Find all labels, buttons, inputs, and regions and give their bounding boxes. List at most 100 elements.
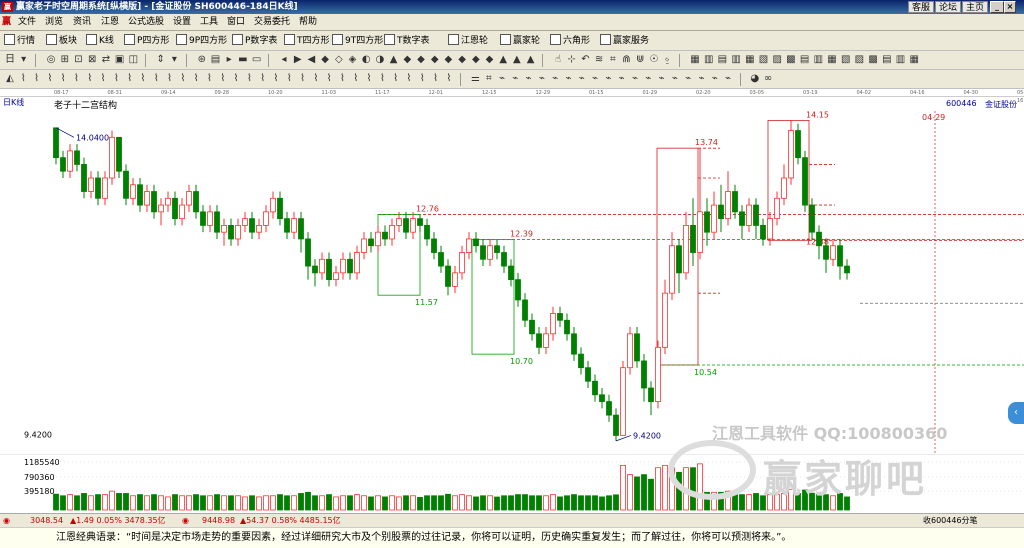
- toolbar-item-12[interactable]: 赢家服务: [600, 34, 649, 48]
- tool-icon[interactable]: ◆: [319, 54, 331, 66]
- toolbar-item-5[interactable]: P数字表: [232, 34, 277, 48]
- tool-icon[interactable]: ◆: [415, 54, 427, 66]
- tool-icon[interactable]: ▦: [744, 54, 756, 66]
- tool-icon[interactable]: ⇄: [100, 54, 112, 66]
- tool-icon[interactable]: ⌗: [483, 73, 495, 85]
- tool-icon[interactable]: ▥: [895, 54, 907, 66]
- tool-icon[interactable]: ⋓: [634, 54, 646, 66]
- tool-icon[interactable]: ⌇: [443, 73, 455, 85]
- tool-icon[interactable]: ⊞: [59, 54, 71, 66]
- tool-icon[interactable]: ⌇: [17, 73, 29, 85]
- tool-icon[interactable]: ⌇: [430, 73, 442, 85]
- tool-icon[interactable]: ◆: [429, 54, 441, 66]
- minimize-button[interactable]: _: [990, 1, 1004, 13]
- tool-icon[interactable]: ▧: [758, 54, 770, 66]
- tool-icon[interactable]: ⌇: [150, 73, 162, 85]
- tool-icon[interactable]: ▲: [525, 54, 537, 66]
- tool-icon[interactable]: ◕: [749, 73, 761, 85]
- toolbar-item-1[interactable]: 板块: [46, 34, 77, 48]
- tool-icon[interactable]: ▦: [689, 54, 701, 66]
- kline-chart[interactable]: 老子十二宫结构 04-29 12.76 12.39 11.57 10.70 13.74 10.…: [0, 97, 1024, 454]
- tool-icon[interactable]: ⌇: [283, 73, 295, 85]
- tool-icon[interactable]: ▨: [853, 54, 865, 66]
- menu-help[interactable]: 帮助: [299, 14, 317, 31]
- tool-icon[interactable]: ◆: [456, 54, 468, 66]
- link-kefu[interactable]: 客服: [908, 1, 935, 13]
- tool-icon[interactable]: ⌇: [84, 73, 96, 85]
- tool-icon[interactable]: ⌇: [270, 73, 282, 85]
- tick-detail-label[interactable]: 收600446分笔: [923, 514, 978, 527]
- tool-icon[interactable]: ⌇: [71, 73, 83, 85]
- menu-app-icon[interactable]: 赢: [2, 14, 11, 31]
- tool-icon[interactable]: ⌇: [177, 73, 189, 85]
- tool-icon[interactable]: ↶: [579, 54, 591, 66]
- tool-icon[interactable]: ⌁: [589, 73, 601, 85]
- tool-icon[interactable]: ⌇: [323, 73, 335, 85]
- tool-icon[interactable]: ▤: [799, 54, 811, 66]
- tool-icon[interactable]: ◎: [45, 54, 57, 66]
- tool-icon[interactable]: ⌇: [124, 73, 136, 85]
- tool-icon[interactable]: ⊹: [566, 54, 578, 66]
- tool-icon[interactable]: ▭: [251, 54, 263, 66]
- tool-icon[interactable]: ⍚: [662, 54, 674, 66]
- tool-icon[interactable]: ▦: [908, 54, 920, 66]
- tool-icon[interactable]: ⌇: [190, 73, 202, 85]
- tool-icon[interactable]: ⌁: [509, 73, 521, 85]
- tool-icon[interactable]: ⌇: [110, 73, 122, 85]
- tool-icon[interactable]: ◆: [442, 54, 454, 66]
- menu-file[interactable]: 文件: [18, 14, 36, 31]
- tool-icon[interactable]: ⌗: [607, 54, 619, 66]
- tool-icon[interactable]: ⌇: [403, 73, 415, 85]
- tool-icon[interactable]: ⌁: [682, 73, 694, 85]
- tool-icon[interactable]: ▥: [730, 54, 742, 66]
- toolbar-item-8[interactable]: T数字表: [384, 34, 430, 48]
- tool-icon[interactable]: ⌁: [642, 73, 654, 85]
- menu-formula[interactable]: 公式选股: [128, 14, 164, 31]
- tool-icon[interactable]: ◫: [127, 54, 139, 66]
- tool-icon[interactable]: ▲: [497, 54, 509, 66]
- tool-icon[interactable]: ⌁: [523, 73, 535, 85]
- toolbar-item-10[interactable]: 赢家轮: [500, 34, 540, 48]
- tool-icon[interactable]: ☝: [552, 54, 564, 66]
- tool-icon[interactable]: ◐: [360, 54, 372, 66]
- menu-trade[interactable]: 交易委托: [254, 14, 290, 31]
- tool-icon[interactable]: ⌇: [376, 73, 388, 85]
- tool-icon[interactable]: ⌇: [297, 73, 309, 85]
- toolbar-item-9[interactable]: 江恩轮: [448, 34, 488, 48]
- tool-icon[interactable]: ◆: [401, 54, 413, 66]
- close-button[interactable]: ×: [1004, 1, 1016, 13]
- tool-icon[interactable]: ▸: [223, 54, 235, 66]
- menu-tools[interactable]: 工具: [200, 14, 218, 31]
- tool-icon[interactable]: ⌇: [164, 73, 176, 85]
- tool-icon[interactable]: ⌇: [243, 73, 255, 85]
- toolbar-item-0[interactable]: 行情: [4, 34, 35, 48]
- tool-icon[interactable]: 日: [4, 54, 16, 66]
- tool-icon[interactable]: ▨: [771, 54, 783, 66]
- tool-icon[interactable]: ∞: [762, 73, 774, 85]
- tool-icon[interactable]: ⌇: [31, 73, 43, 85]
- tool-icon[interactable]: ⌁: [709, 73, 721, 85]
- tool-icon[interactable]: ≋: [593, 54, 605, 66]
- tool-icon[interactable]: ⌁: [722, 73, 734, 85]
- tool-icon[interactable]: ▾: [168, 54, 180, 66]
- tool-icon[interactable]: ⌇: [137, 73, 149, 85]
- menu-news[interactable]: 资讯: [73, 14, 91, 31]
- toolbar-item-11[interactable]: 六角形: [550, 34, 590, 48]
- link-zhuye[interactable]: 主页: [962, 1, 989, 13]
- tool-icon[interactable]: ⊡: [73, 54, 85, 66]
- tool-icon[interactable]: ⌁: [656, 73, 668, 85]
- tool-icon[interactable]: ☉: [648, 54, 660, 66]
- tool-icon[interactable]: ⊠: [86, 54, 98, 66]
- tool-icon[interactable]: ▥: [812, 54, 824, 66]
- tool-icon[interactable]: ◆: [470, 54, 482, 66]
- toolbar-item-7[interactable]: 9T四方形: [332, 34, 383, 48]
- tool-icon[interactable]: ◀: [305, 54, 317, 66]
- menu-gann[interactable]: 江恩: [101, 14, 119, 31]
- tool-icon[interactable]: ⌁: [629, 73, 641, 85]
- tool-icon[interactable]: ⌁: [696, 73, 708, 85]
- tool-icon[interactable]: ⚌: [470, 73, 482, 85]
- menu-browse[interactable]: 浏览: [45, 14, 63, 31]
- toolbar-item-3[interactable]: P四方形: [124, 34, 169, 48]
- tool-icon[interactable]: ▬: [237, 54, 249, 66]
- toolbar-item-6[interactable]: T四方形: [284, 34, 330, 48]
